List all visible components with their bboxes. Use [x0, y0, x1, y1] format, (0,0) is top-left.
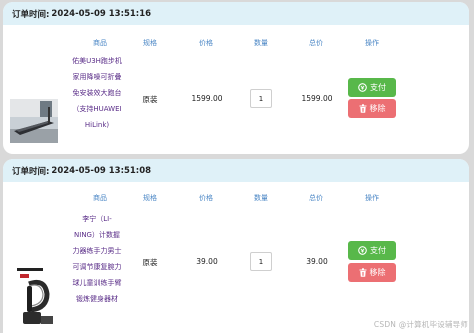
product-price: 1599.00 [191, 94, 223, 103]
column-header-spec: 规格 [143, 194, 157, 202]
remove-button[interactable]: 移除 [348, 263, 396, 282]
remove-button-label: 移除 [369, 104, 386, 113]
product-image-grip-trainer[interactable] [17, 264, 57, 326]
product-name-line: （支持HUAWEI [72, 105, 122, 113]
product-name-line: HiLink) [84, 121, 110, 129]
column-header-quantity: 数量 [254, 194, 268, 202]
pay-button[interactable]: 支付 [348, 78, 396, 97]
pay-button-label: 支付 [370, 246, 386, 255]
product-name[interactable]: 李宁（LI- NING）计数握 力器练手力男士 可调节康复腕力 球儿童训练手臂 … [65, 211, 129, 307]
pay-button-label: 支付 [370, 83, 386, 92]
product-name-line: 家用降噪可折叠 [72, 73, 122, 81]
column-header-quantity: 数量 [254, 39, 268, 47]
product-name-line: NING）计数握 [74, 231, 120, 239]
product-name-line: 佑美U3H跑步机 [72, 57, 122, 65]
product-name[interactable]: 佑美U3H跑步机 家用降噪可折叠 免安装效大跑台 （支持HUAWEI HiLin… [65, 53, 129, 133]
order-card: 订单时间: 2024-05-09 13:51:08 商品 规格 价格 数量 总价… [3, 159, 469, 333]
order-card: 订单时间: 2024-05-09 13:51:16 商品 规格 价格 数量 总价… [3, 2, 469, 154]
pay-button[interactable]: 支付 [348, 241, 396, 260]
pay-circle-icon [358, 246, 367, 255]
product-price: 39.00 [196, 257, 218, 266]
remove-button-label: 移除 [369, 268, 386, 277]
product-name-line: 锻炼健身器材 [76, 295, 118, 303]
quantity-input[interactable]: 1 [250, 252, 272, 271]
order-total: 1599.00 [301, 94, 333, 103]
order-total: 39.00 [306, 257, 328, 266]
order-header: 订单时间: 2024-05-09 13:51:16 [3, 2, 469, 25]
pay-circle-icon [358, 83, 367, 92]
column-header-price: 价格 [199, 39, 213, 47]
order-time-value: 2024-05-09 13:51:16 [51, 8, 152, 19]
product-name-line: 免安装效大跑台 [72, 89, 122, 97]
product-name-line: 可调节康复腕力 [72, 263, 122, 271]
column-header-total: 总价 [309, 39, 323, 47]
column-header-price: 价格 [199, 194, 213, 202]
column-header-total: 总价 [309, 194, 323, 202]
order-time-value: 2024-05-09 13:51:08 [51, 165, 152, 176]
order-time-label: 订单时间: [12, 9, 50, 20]
trash-icon [359, 268, 366, 277]
column-header-spec: 规格 [143, 39, 157, 47]
product-image-treadmill[interactable] [10, 99, 58, 143]
column-header-product: 商品 [93, 194, 107, 202]
product-spec: 原装 [142, 95, 158, 104]
product-name-line: 球儿童训练手臂 [72, 279, 122, 287]
column-header-action: 操作 [365, 39, 379, 47]
quantity-input[interactable]: 1 [250, 89, 272, 108]
product-name-line: 李宁（LI- [82, 215, 112, 223]
product-spec: 原装 [142, 258, 158, 267]
watermark: CSDN @计算机毕设辅导师 [373, 320, 468, 329]
order-header: 订单时间: 2024-05-09 13:51:08 [3, 159, 469, 182]
column-header-product: 商品 [93, 39, 107, 47]
trash-icon [359, 104, 366, 113]
remove-button[interactable]: 移除 [348, 99, 396, 118]
column-header-action: 操作 [365, 194, 379, 202]
order-time-label: 订单时间: [12, 166, 50, 177]
product-name-line: 力器练手力男士 [72, 247, 122, 255]
